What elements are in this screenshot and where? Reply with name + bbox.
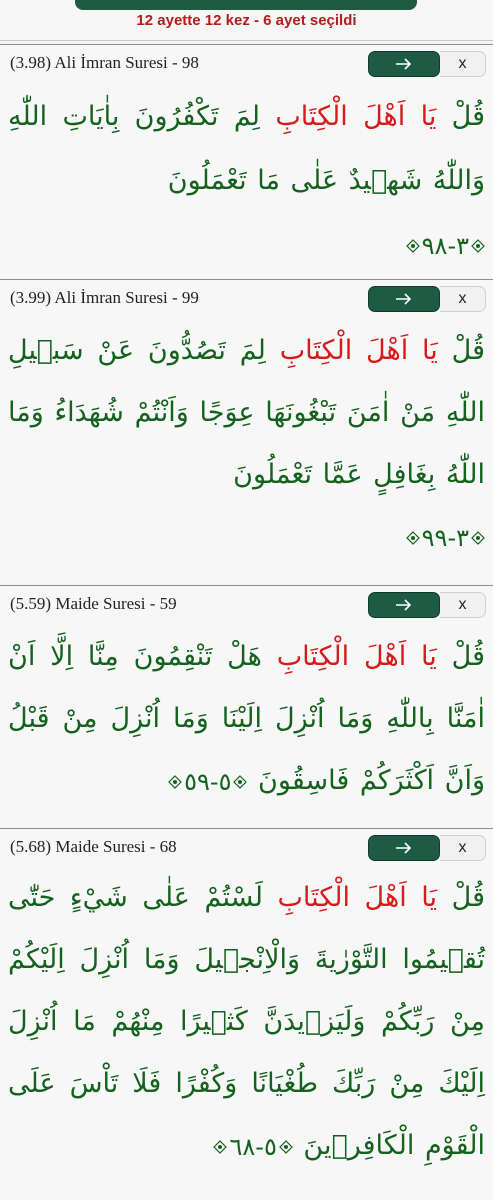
result-summary: 12 ayette 12 kez - 6 ayet seçildi bbox=[136, 12, 357, 29]
verse-text: قُلْ يَا اَهْلَ الْكِتَابِ لِمَ تَصُدُّو… bbox=[8, 320, 485, 569]
go-to-verse-button[interactable] bbox=[368, 592, 440, 618]
verse-number: ٣-٩٨ bbox=[421, 231, 469, 260]
ornament-icon bbox=[405, 530, 420, 545]
ornament-icon bbox=[471, 530, 485, 545]
arrow-right-icon bbox=[396, 293, 412, 305]
verse-title: (3.98) Ali İmran Suresi - 98 bbox=[10, 53, 199, 72]
highlighted-phrase: يَا اَهْلَ الْكِتَابِ bbox=[277, 882, 438, 913]
arrow-right-icon bbox=[396, 599, 412, 611]
verse-number: ٣-٩٩ bbox=[421, 523, 469, 552]
ornament-icon bbox=[213, 1139, 228, 1154]
divider bbox=[0, 40, 493, 41]
ornament-icon bbox=[233, 774, 248, 789]
verse-number-marker: ٥-٥٩ bbox=[168, 751, 248, 813]
close-card-button[interactable]: x bbox=[440, 51, 486, 77]
verse-part: قُلْ bbox=[437, 882, 486, 913]
verse-title: (5.68) Maide Suresi - 68 bbox=[10, 837, 177, 856]
results-header: 12 ayette 12 kez - 6 ayet seçildi bbox=[0, 0, 493, 44]
verse-number: ٥-٦٨ bbox=[229, 1132, 277, 1161]
go-to-verse-button[interactable] bbox=[368, 51, 440, 77]
highlighted-phrase: يَا اَهْلَ الْكِتَابِ bbox=[275, 101, 437, 132]
verse-number-marker: ٣-٩٩ bbox=[405, 507, 485, 569]
verse-card: (3.98) Ali İmran Suresi - 98 x قُلْ يَا … bbox=[0, 44, 493, 279]
verse-text: قُلْ يَا اَهْلَ الْكِتَابِ لِمَ تَكْفُرُ… bbox=[8, 85, 485, 278]
verse-part: قُلْ bbox=[436, 101, 485, 132]
go-to-verse-button[interactable] bbox=[368, 835, 440, 861]
close-card-button[interactable]: x bbox=[440, 592, 486, 618]
highlighted-phrase: يَا اَهْلَ الْكِتَابِ bbox=[279, 335, 438, 366]
arrow-right-icon bbox=[396, 842, 412, 854]
arrow-right-icon bbox=[396, 58, 412, 70]
close-card-button[interactable]: x bbox=[440, 835, 486, 861]
verse-part: قُلْ bbox=[436, 641, 486, 672]
ornament-icon bbox=[405, 238, 420, 253]
verse-number-marker: ٣-٩٨ bbox=[405, 214, 485, 278]
verse-card: (5.68) Maide Suresi - 68 x قُلْ يَا اَهْ… bbox=[0, 828, 493, 1200]
close-card-button[interactable]: x bbox=[440, 286, 486, 312]
verse-text: قُلْ يَا اَهْلَ الْكِتَابِ هَلْ تَنْقِمُ… bbox=[8, 626, 485, 813]
verse-part: قُلْ bbox=[437, 335, 486, 366]
verse-card: (5.59) Maide Suresi - 59 x قُلْ يَا اَهْ… bbox=[0, 585, 493, 828]
highlighted-phrase: يَا اَهْلَ الْكِتَابِ bbox=[276, 641, 437, 672]
verse-card: (3.99) Ali İmran Suresi - 99 x قُلْ يَا … bbox=[0, 279, 493, 585]
ornament-icon bbox=[168, 774, 182, 789]
verse-number-marker: ٥-٦٨ bbox=[213, 1116, 293, 1178]
verse-text: قُلْ يَا اَهْلَ الْكِتَابِ لَسْتُمْ عَلٰ… bbox=[8, 867, 485, 1178]
ornament-icon bbox=[471, 238, 485, 253]
results-page: 12 ayette 12 kez - 6 ayet seçildi (3.98)… bbox=[0, 0, 493, 1200]
search-panel-bar[interactable] bbox=[75, 0, 417, 10]
verse-title: (3.99) Ali İmran Suresi - 99 bbox=[10, 288, 199, 307]
verse-number: ٥-٥٩ bbox=[184, 767, 232, 796]
go-to-verse-button[interactable] bbox=[368, 286, 440, 312]
ornament-icon bbox=[278, 1139, 293, 1154]
verse-title: (5.59) Maide Suresi - 59 bbox=[10, 594, 177, 613]
